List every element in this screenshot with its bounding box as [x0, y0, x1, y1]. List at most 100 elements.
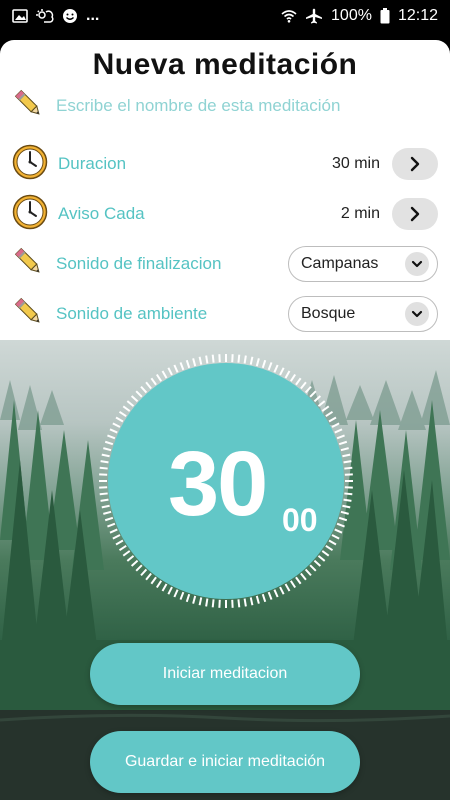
dial-tick	[261, 593, 267, 603]
meditation-name-input[interactable]	[56, 96, 416, 116]
dial-tick	[150, 576, 157, 585]
end-sound-row: Sonido de finalizacion Campanas	[12, 244, 438, 284]
duration-row[interactable]: Duracion 30 min	[12, 144, 438, 184]
ambient-sound-select[interactable]: Bosque	[288, 296, 438, 332]
dial-tick	[104, 440, 114, 446]
dial-tick	[344, 466, 353, 470]
dial-tick	[115, 539, 124, 546]
chevron-right-icon	[410, 206, 420, 222]
dial-tick	[273, 364, 279, 373]
dial-tick	[295, 576, 302, 585]
dial-tick	[267, 362, 273, 371]
duration-next-button[interactable]	[392, 148, 438, 180]
dial-tick	[192, 358, 197, 367]
dial-tick	[140, 385, 148, 394]
dial-tick	[304, 385, 312, 394]
timer-seconds: 00	[282, 502, 318, 538]
dial-tick	[267, 591, 273, 600]
ambient-sound-selected: Bosque	[301, 305, 356, 322]
dial-tick	[300, 381, 307, 390]
interval-value: 2 min	[340, 205, 380, 222]
dial-tick	[317, 555, 326, 562]
dial-tick	[122, 405, 131, 412]
dial-tick	[328, 539, 337, 546]
pencil-icon	[12, 87, 46, 126]
dial-tick	[279, 586, 285, 595]
dial-tick	[343, 498, 352, 502]
dial-tick	[336, 434, 345, 440]
dial-tick	[336, 522, 345, 528]
dial-tick	[249, 356, 254, 365]
dial-tick	[161, 583, 168, 592]
end-sound-select[interactable]: Campanas	[288, 246, 438, 282]
dial-tick	[167, 586, 173, 595]
dial-tick	[155, 373, 163, 382]
save-and-start-button[interactable]: Guardar e iniciar meditación	[90, 731, 360, 793]
dial-tick	[289, 580, 297, 589]
dial-tick	[126, 555, 135, 562]
dial-tick	[255, 595, 260, 604]
chevron-down-icon	[405, 302, 429, 326]
dial-tick	[321, 405, 330, 412]
dial-tick	[279, 367, 285, 376]
dial-tick	[295, 377, 302, 386]
dial-tick	[155, 580, 163, 589]
dial-tick	[255, 358, 260, 367]
dial-tick	[205, 355, 209, 364]
dial-tick	[185, 593, 191, 603]
dial-tick	[185, 359, 191, 369]
dial-tick	[135, 390, 143, 398]
dial-tick	[300, 572, 307, 581]
duration-value: 30 min	[331, 155, 380, 172]
dial-tick	[112, 422, 121, 428]
dial-tick	[205, 598, 209, 607]
dial-tick	[273, 589, 279, 598]
dial-tick	[112, 534, 121, 540]
dial-tick	[237, 354, 241, 363]
dial-tick	[338, 440, 348, 446]
dial-tick	[167, 367, 173, 376]
end-sound-label: Sonido de finalizacion	[56, 254, 222, 273]
dial-tick	[140, 568, 148, 577]
dial-tick	[150, 377, 157, 386]
more-notifications: ...	[86, 7, 100, 24]
dial-tick	[331, 422, 340, 428]
interval-label: Aviso Cada	[58, 204, 145, 223]
dial-tick	[321, 550, 330, 557]
dial-tick	[331, 534, 340, 540]
dial-tick	[334, 528, 343, 534]
pencil-icon	[12, 245, 46, 284]
interval-row[interactable]: Aviso Cada 2 min	[12, 194, 438, 234]
dial-tick	[313, 395, 322, 403]
dial-tick	[249, 597, 254, 606]
chevron-down-icon	[405, 252, 429, 276]
dial-tick	[338, 516, 348, 522]
dial-tick	[173, 364, 179, 373]
dial-tick	[211, 599, 215, 608]
end-sound-selected: Campanas	[301, 255, 379, 272]
dial-tick	[243, 355, 247, 364]
timer-minutes: 30	[168, 433, 268, 535]
dial-tick	[304, 568, 312, 577]
clock: 12:12	[397, 7, 438, 24]
dial-tick	[261, 359, 267, 369]
dial-tick	[325, 544, 334, 552]
dial-tick	[284, 370, 291, 379]
battery-icon	[380, 8, 390, 24]
dial-tick	[173, 589, 179, 598]
duration-label: Duracion	[58, 154, 127, 173]
dial-tick	[313, 559, 322, 567]
dial-tick	[103, 510, 112, 515]
dial-tick	[118, 544, 127, 552]
dial-tick	[309, 564, 317, 572]
dial-tick	[328, 416, 337, 423]
interval-next-button[interactable]	[392, 198, 438, 230]
page-title: Nueva meditación	[92, 48, 358, 81]
dial-tick	[334, 428, 343, 434]
dial-tick	[107, 434, 116, 440]
dial-tick	[122, 550, 131, 557]
start-meditation-button[interactable]: Iniciar meditacion	[90, 643, 360, 705]
dial-tick	[237, 599, 241, 608]
dial-tick	[145, 381, 152, 390]
dial-tick	[130, 395, 139, 403]
